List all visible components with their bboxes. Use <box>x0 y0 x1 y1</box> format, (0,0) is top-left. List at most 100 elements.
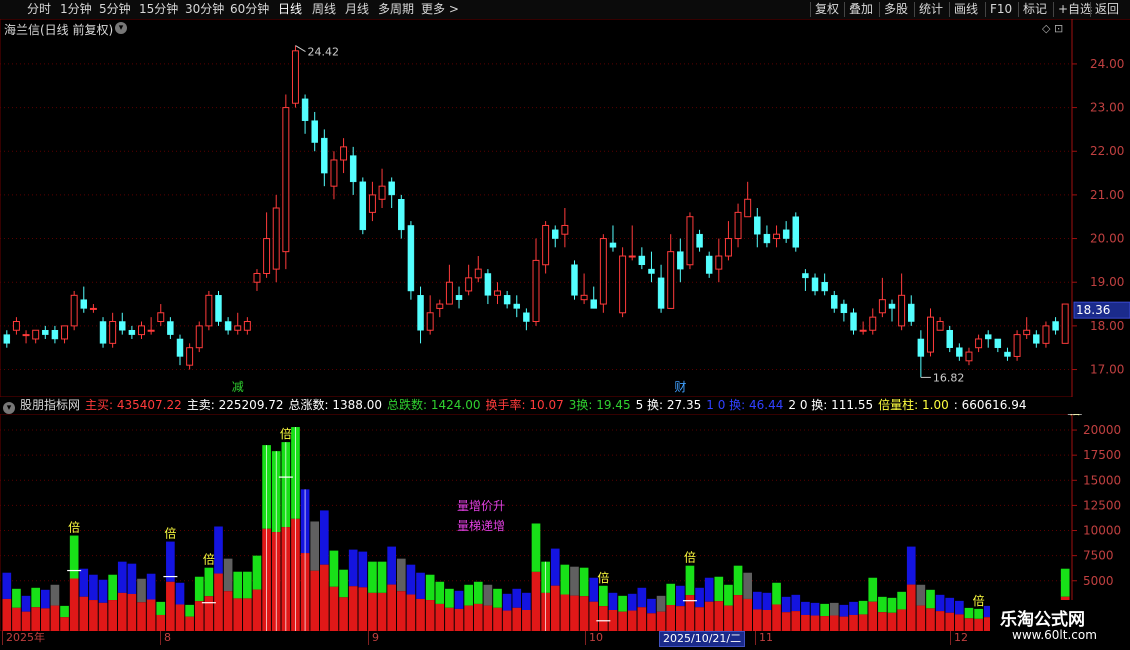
volume-bar-top <box>117 561 127 593</box>
period-tab[interactable]: 周线 <box>312 0 336 19</box>
chart-settings-icons[interactable]: ◇ ⊡ <box>1042 22 1063 35</box>
volume-bar-base <box>772 604 781 631</box>
price-tick-label: 17.00 <box>1090 363 1124 377</box>
volume-bar-top <box>156 601 166 615</box>
candle-body-up <box>724 238 732 257</box>
volume-bar-top <box>98 579 108 603</box>
volume-bar-base <box>387 584 397 631</box>
period-tab[interactable]: 30分钟 <box>185 0 224 19</box>
volume-bar-top <box>435 581 445 604</box>
volume-bar-base <box>647 613 656 631</box>
candle-body-up <box>436 303 444 309</box>
volume-bar-top <box>916 584 926 606</box>
volume-bar-base <box>791 611 801 631</box>
volume-bar-base <box>108 600 117 631</box>
candle-body-up <box>619 255 627 314</box>
volume-bar-base <box>319 564 329 631</box>
chevron-down-icon[interactable]: ▾ <box>3 402 15 414</box>
period-tab[interactable]: 多周期 <box>378 0 414 19</box>
candlestick-chart[interactable]: 24.00 23.00 22.00 21.00 20.00 19.00 18.00 17.00… <box>0 19 1130 397</box>
candle-body-down <box>946 329 953 348</box>
period-tab[interactable]: 日线 <box>278 0 302 19</box>
volume-bar-base <box>89 600 98 631</box>
volume-bar-base <box>502 610 512 631</box>
candle-body-down <box>994 338 1002 348</box>
volume-bar-base <box>252 589 262 631</box>
candle-body-down <box>1033 334 1040 344</box>
candle-body-up <box>532 259 540 323</box>
date-axis: 2025年 8 9 10 11 12 <box>0 631 1072 645</box>
volume-bar-top <box>743 572 753 599</box>
candle-body-up <box>426 312 434 331</box>
candle-body-up <box>474 268 482 279</box>
event-marker[interactable]: 财 <box>674 380 686 394</box>
volume-bar-base <box>204 596 214 631</box>
volume-bar-base <box>79 596 89 631</box>
toolbar-button[interactable]: 标记 <box>1023 0 1047 19</box>
candle-body-down <box>763 233 771 244</box>
indicator-name[interactable]: 股朋指标网 <box>20 398 80 412</box>
volume-bar-top <box>618 595 627 612</box>
candle-body-down <box>407 225 415 292</box>
stock-title[interactable]: 海兰信(日线 前复权) <box>4 21 113 38</box>
volume-bar-base <box>618 611 627 631</box>
diamond-icon[interactable]: ◇ <box>1042 22 1050 35</box>
period-tab[interactable]: 更多 > <box>421 0 459 19</box>
candle-body-up <box>61 325 69 340</box>
indicator-field: 主卖: 225209.72 <box>186 398 284 412</box>
candle-body-up <box>263 238 271 274</box>
window-icon[interactable]: ⊡ <box>1054 22 1063 35</box>
candle-body-down <box>503 295 511 305</box>
period-tab[interactable]: 60分钟 <box>230 0 269 19</box>
candle-body-down <box>1004 351 1011 357</box>
volume-bar-base <box>368 592 377 631</box>
event-marker[interactable]: 减 <box>232 380 244 394</box>
volume-bar-base <box>531 571 541 631</box>
volume-bar-base <box>868 601 878 631</box>
volume-bar-top <box>772 582 781 605</box>
period-tab[interactable]: 15分钟 <box>139 0 178 19</box>
toolbar-button[interactable]: 多股 <box>884 0 908 19</box>
toolbar-button[interactable]: 统计 <box>919 0 943 19</box>
toolbar-button[interactable]: 叠加 <box>849 0 873 19</box>
period-tab[interactable]: 5分钟 <box>99 0 131 19</box>
volume-bar-top <box>339 569 348 598</box>
toolbar-button[interactable]: 复权 <box>815 0 839 19</box>
candle-body-up <box>234 325 242 331</box>
volume-bar-top <box>839 604 849 617</box>
volume-bar-top <box>849 601 858 615</box>
period-tab[interactable]: 1分钟 <box>60 0 92 19</box>
indicator-field: 5 换: 27.35 <box>635 398 702 412</box>
volume-bar-base <box>858 614 868 631</box>
volume-tick-label: 20000 <box>1083 423 1121 437</box>
toolbar-button[interactable]: 画线 <box>954 0 978 19</box>
candle-body-up <box>975 338 983 349</box>
volume-bar-top <box>560 564 570 595</box>
toolbar-button[interactable]: F10 <box>990 0 1012 19</box>
chevron-down-icon[interactable]: ▾ <box>115 22 127 34</box>
toolbar-divider <box>1090 2 1091 17</box>
indicator-field: 3换: 19.45 <box>568 398 631 412</box>
volume-bar-base <box>493 607 502 631</box>
candle-body-down <box>224 321 232 331</box>
volume-bar-base <box>550 585 560 631</box>
volume-bar-base <box>878 612 887 631</box>
volume-bar-top <box>40 589 50 609</box>
volume-bar-top <box>974 608 983 619</box>
main-plot-frame <box>0 19 1073 397</box>
candle-body-up <box>32 329 40 340</box>
toolbar-divider <box>949 2 950 17</box>
volume-bar-top <box>801 601 810 615</box>
period-tab[interactable]: 月线 <box>345 0 369 19</box>
period-tab[interactable]: 分时 <box>27 0 51 19</box>
volume-bar-base <box>40 608 50 631</box>
volume-bar-top <box>791 594 801 612</box>
volume-chart[interactable]: 200001750015000125001000075005000倍 倍倍倍倍倍倍… <box>0 414 1130 631</box>
candle-body-down <box>638 255 646 266</box>
volume-bar-top <box>445 588 454 608</box>
indicator-field: 主买: 435407.22 <box>85 398 182 412</box>
candle-body-up <box>936 321 944 331</box>
toolbar-button[interactable]: +自选 <box>1058 0 1092 19</box>
double-volume-label: 倍 <box>68 520 80 535</box>
toolbar-button[interactable]: 返回 <box>1095 0 1119 19</box>
